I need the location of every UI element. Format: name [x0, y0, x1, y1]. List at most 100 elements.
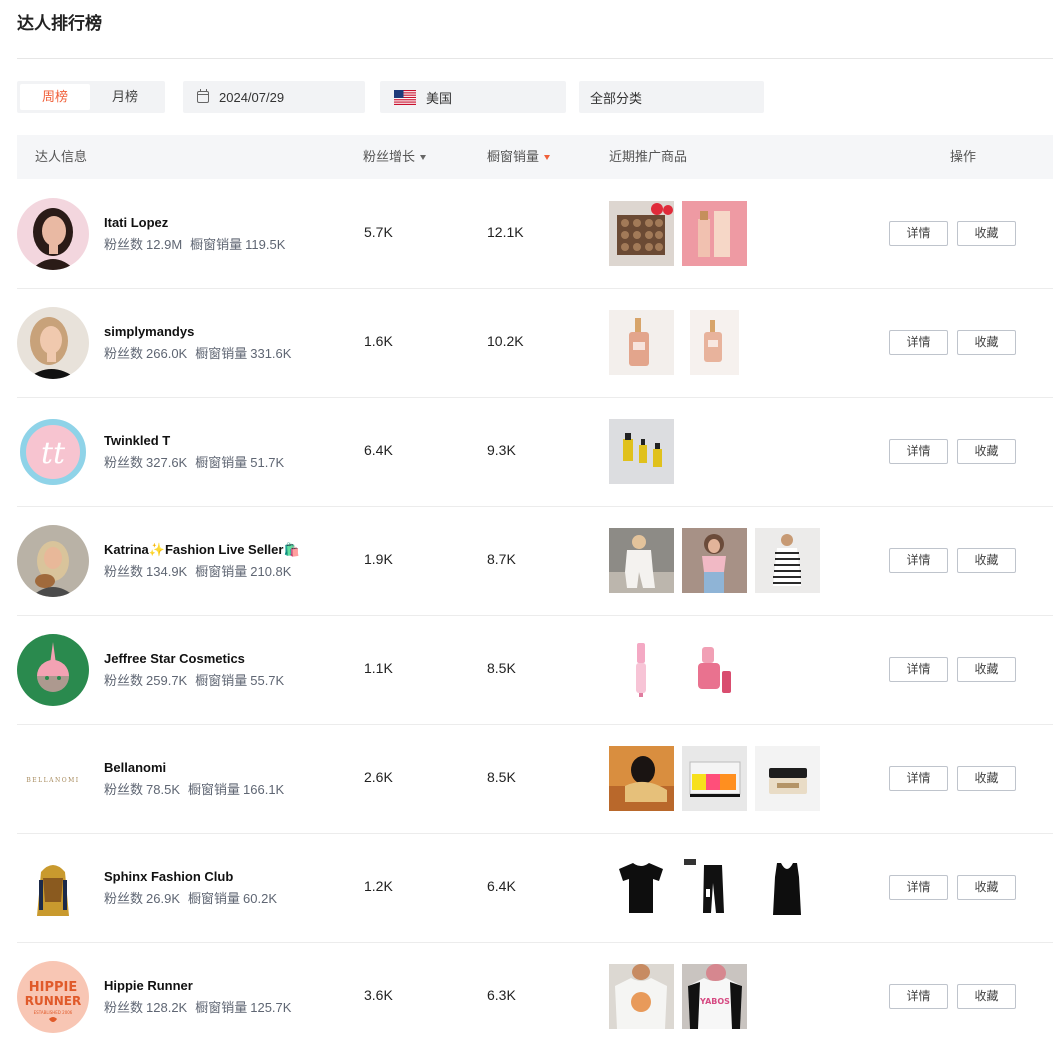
- window-sales-value: 12.1K: [487, 224, 524, 240]
- detail-button[interactable]: 详情: [889, 984, 948, 1009]
- recent-products: [609, 201, 755, 266]
- detail-button[interactable]: 详情: [889, 657, 948, 682]
- creator-stats: 粉丝数 12.9M 橱窗销量 119.5K: [104, 234, 293, 253]
- header-fans-growth-label: 粉丝增长: [363, 149, 416, 164]
- creator-stats: 粉丝数 259.7K 橱窗销量 55.7K: [104, 670, 292, 689]
- creator-name[interactable]: Itati Lopez: [104, 215, 168, 230]
- fans-label: 粉丝数: [104, 891, 144, 906]
- sales-count: 331.6K: [250, 346, 292, 361]
- header-window-sales[interactable]: 橱窗销量: [487, 135, 551, 179]
- window-sales-value: 8.5K: [487, 769, 516, 785]
- avatar[interactable]: BELLANOMI: [17, 743, 89, 815]
- creator-stats: 粉丝数 78.5K 橱窗销量 166.1K: [104, 779, 292, 798]
- tab-weekly[interactable]: 周榜: [20, 84, 90, 110]
- svg-text:RUNNER: RUNNER: [25, 994, 82, 1008]
- sales-label: 橱窗销量: [195, 346, 248, 361]
- creator-name[interactable]: Twinkled T: [104, 433, 170, 448]
- header-fans-growth[interactable]: 粉丝增长: [363, 135, 427, 179]
- window-sales-value: 6.4K: [487, 878, 516, 894]
- avatar[interactable]: [17, 852, 89, 924]
- table-row: Sphinx Fashion Club 粉丝数 26.9K 橱窗销量 60.2K 1.2K…: [17, 834, 1053, 943]
- lip-gloss-product-image[interactable]: [609, 637, 674, 702]
- creator-name[interactable]: Hippie Runner: [104, 978, 193, 993]
- chocolate-tray-product-image[interactable]: [609, 201, 674, 266]
- country-select[interactable]: 美国: [380, 81, 566, 113]
- serum-box-product-image[interactable]: [682, 201, 747, 266]
- svg-text:tt: tt: [41, 436, 66, 471]
- recent-products: [609, 419, 682, 484]
- favorite-button[interactable]: 收藏: [957, 221, 1016, 246]
- svg-text:BELLANOMI: BELLANOMI: [26, 777, 79, 784]
- striped-dress-product-image[interactable]: [755, 528, 820, 593]
- loungewear-product-image[interactable]: [609, 528, 674, 593]
- sort-down-active-icon[interactable]: [544, 155, 551, 160]
- detail-button[interactable]: 详情: [889, 548, 948, 573]
- fans-count: 78.5K: [146, 782, 180, 797]
- oil-bottles-product-image[interactable]: [609, 419, 674, 484]
- creator-name[interactable]: Katrina✨Fashion Live Seller🛍️: [104, 542, 300, 558]
- table-row: Jeffree Star Cosmetics 粉丝数 259.7K 橱窗销量 55.7K…: [17, 616, 1053, 725]
- svg-text:HIPPIE: HIPPIE: [29, 980, 78, 995]
- favorite-button[interactable]: 收藏: [957, 548, 1016, 573]
- sales-label: 橱窗销量: [195, 455, 248, 470]
- sort-down-icon[interactable]: [420, 155, 427, 160]
- avatar[interactable]: [17, 634, 89, 706]
- avatar[interactable]: [17, 198, 89, 270]
- favorite-button[interactable]: 收藏: [957, 984, 1016, 1009]
- tab-monthly[interactable]: 月榜: [90, 84, 160, 110]
- sales-count: 119.5K: [245, 237, 286, 252]
- avatar[interactable]: [17, 307, 89, 379]
- black-tshirt-product-image[interactable]: [609, 855, 674, 920]
- window-sales-value: 10.2K: [487, 333, 524, 349]
- lip-bottle-product-image[interactable]: [682, 637, 747, 702]
- date-value: 2024/07/29: [219, 89, 285, 105]
- graphic-raglan-product-image[interactable]: YABOS: [682, 964, 747, 1029]
- fans-count: 134.9K: [146, 564, 188, 579]
- sales-label: 橱窗销量: [188, 891, 241, 906]
- graphic-tee-product-image[interactable]: [609, 964, 674, 1029]
- detail-button[interactable]: 详情: [889, 439, 948, 464]
- avatar[interactable]: HIPPIE RUNNER ESTABLISHED 2006: [17, 961, 89, 1033]
- creator-name[interactable]: Jeffree Star Cosmetics: [104, 651, 245, 666]
- recent-products: YABOS: [609, 964, 755, 1029]
- black-pants-product-image[interactable]: [682, 855, 747, 920]
- favorite-button[interactable]: 收藏: [957, 330, 1016, 355]
- sales-count: 51.7K: [250, 455, 285, 470]
- date-picker[interactable]: 2024/07/29: [183, 81, 365, 113]
- neon-bag-product-image[interactable]: [682, 746, 747, 811]
- detail-button[interactable]: 详情: [889, 875, 948, 900]
- black-tank-product-image[interactable]: [755, 855, 820, 920]
- category-select[interactable]: 全部分类: [579, 81, 764, 113]
- avatar[interactable]: [17, 525, 89, 597]
- dropper-bottle-product-image[interactable]: [609, 310, 674, 375]
- creator-name[interactable]: Bellanomi: [104, 760, 166, 775]
- cream-jar-product-image[interactable]: [755, 746, 820, 811]
- favorite-button[interactable]: 收藏: [957, 439, 1016, 464]
- fans-growth-value: 1.2K: [364, 878, 393, 894]
- hoodie-product-image[interactable]: [609, 746, 674, 811]
- dropper-bottle-product-image[interactable]: [682, 310, 747, 375]
- fans-label: 粉丝数: [104, 782, 144, 797]
- recent-products: [609, 310, 755, 375]
- window-sales-value: 8.5K: [487, 660, 516, 676]
- fans-growth-value: 1.9K: [364, 551, 393, 567]
- detail-button[interactable]: 详情: [889, 766, 948, 791]
- creator-name[interactable]: Sphinx Fashion Club: [104, 869, 233, 884]
- favorite-button[interactable]: 收藏: [957, 657, 1016, 682]
- detail-button[interactable]: 详情: [889, 221, 948, 246]
- avatar[interactable]: tt: [17, 416, 89, 488]
- fans-growth-value: 5.7K: [364, 224, 393, 240]
- fans-label: 粉丝数: [104, 1000, 144, 1015]
- fans-count: 259.7K: [146, 673, 188, 688]
- fans-label: 粉丝数: [104, 455, 144, 470]
- sales-label: 橱窗销量: [195, 564, 248, 579]
- fans-growth-value: 3.6K: [364, 987, 393, 1003]
- detail-button[interactable]: 详情: [889, 330, 948, 355]
- favorite-button[interactable]: 收藏: [957, 766, 1016, 791]
- creator-name[interactable]: simplymandys: [104, 324, 194, 339]
- header-info: 达人信息: [35, 149, 88, 164]
- sales-label: 橱窗销量: [195, 1000, 248, 1015]
- pink-top-product-image[interactable]: [682, 528, 747, 593]
- sales-label: 橱窗销量: [190, 237, 243, 252]
- favorite-button[interactable]: 收藏: [957, 875, 1016, 900]
